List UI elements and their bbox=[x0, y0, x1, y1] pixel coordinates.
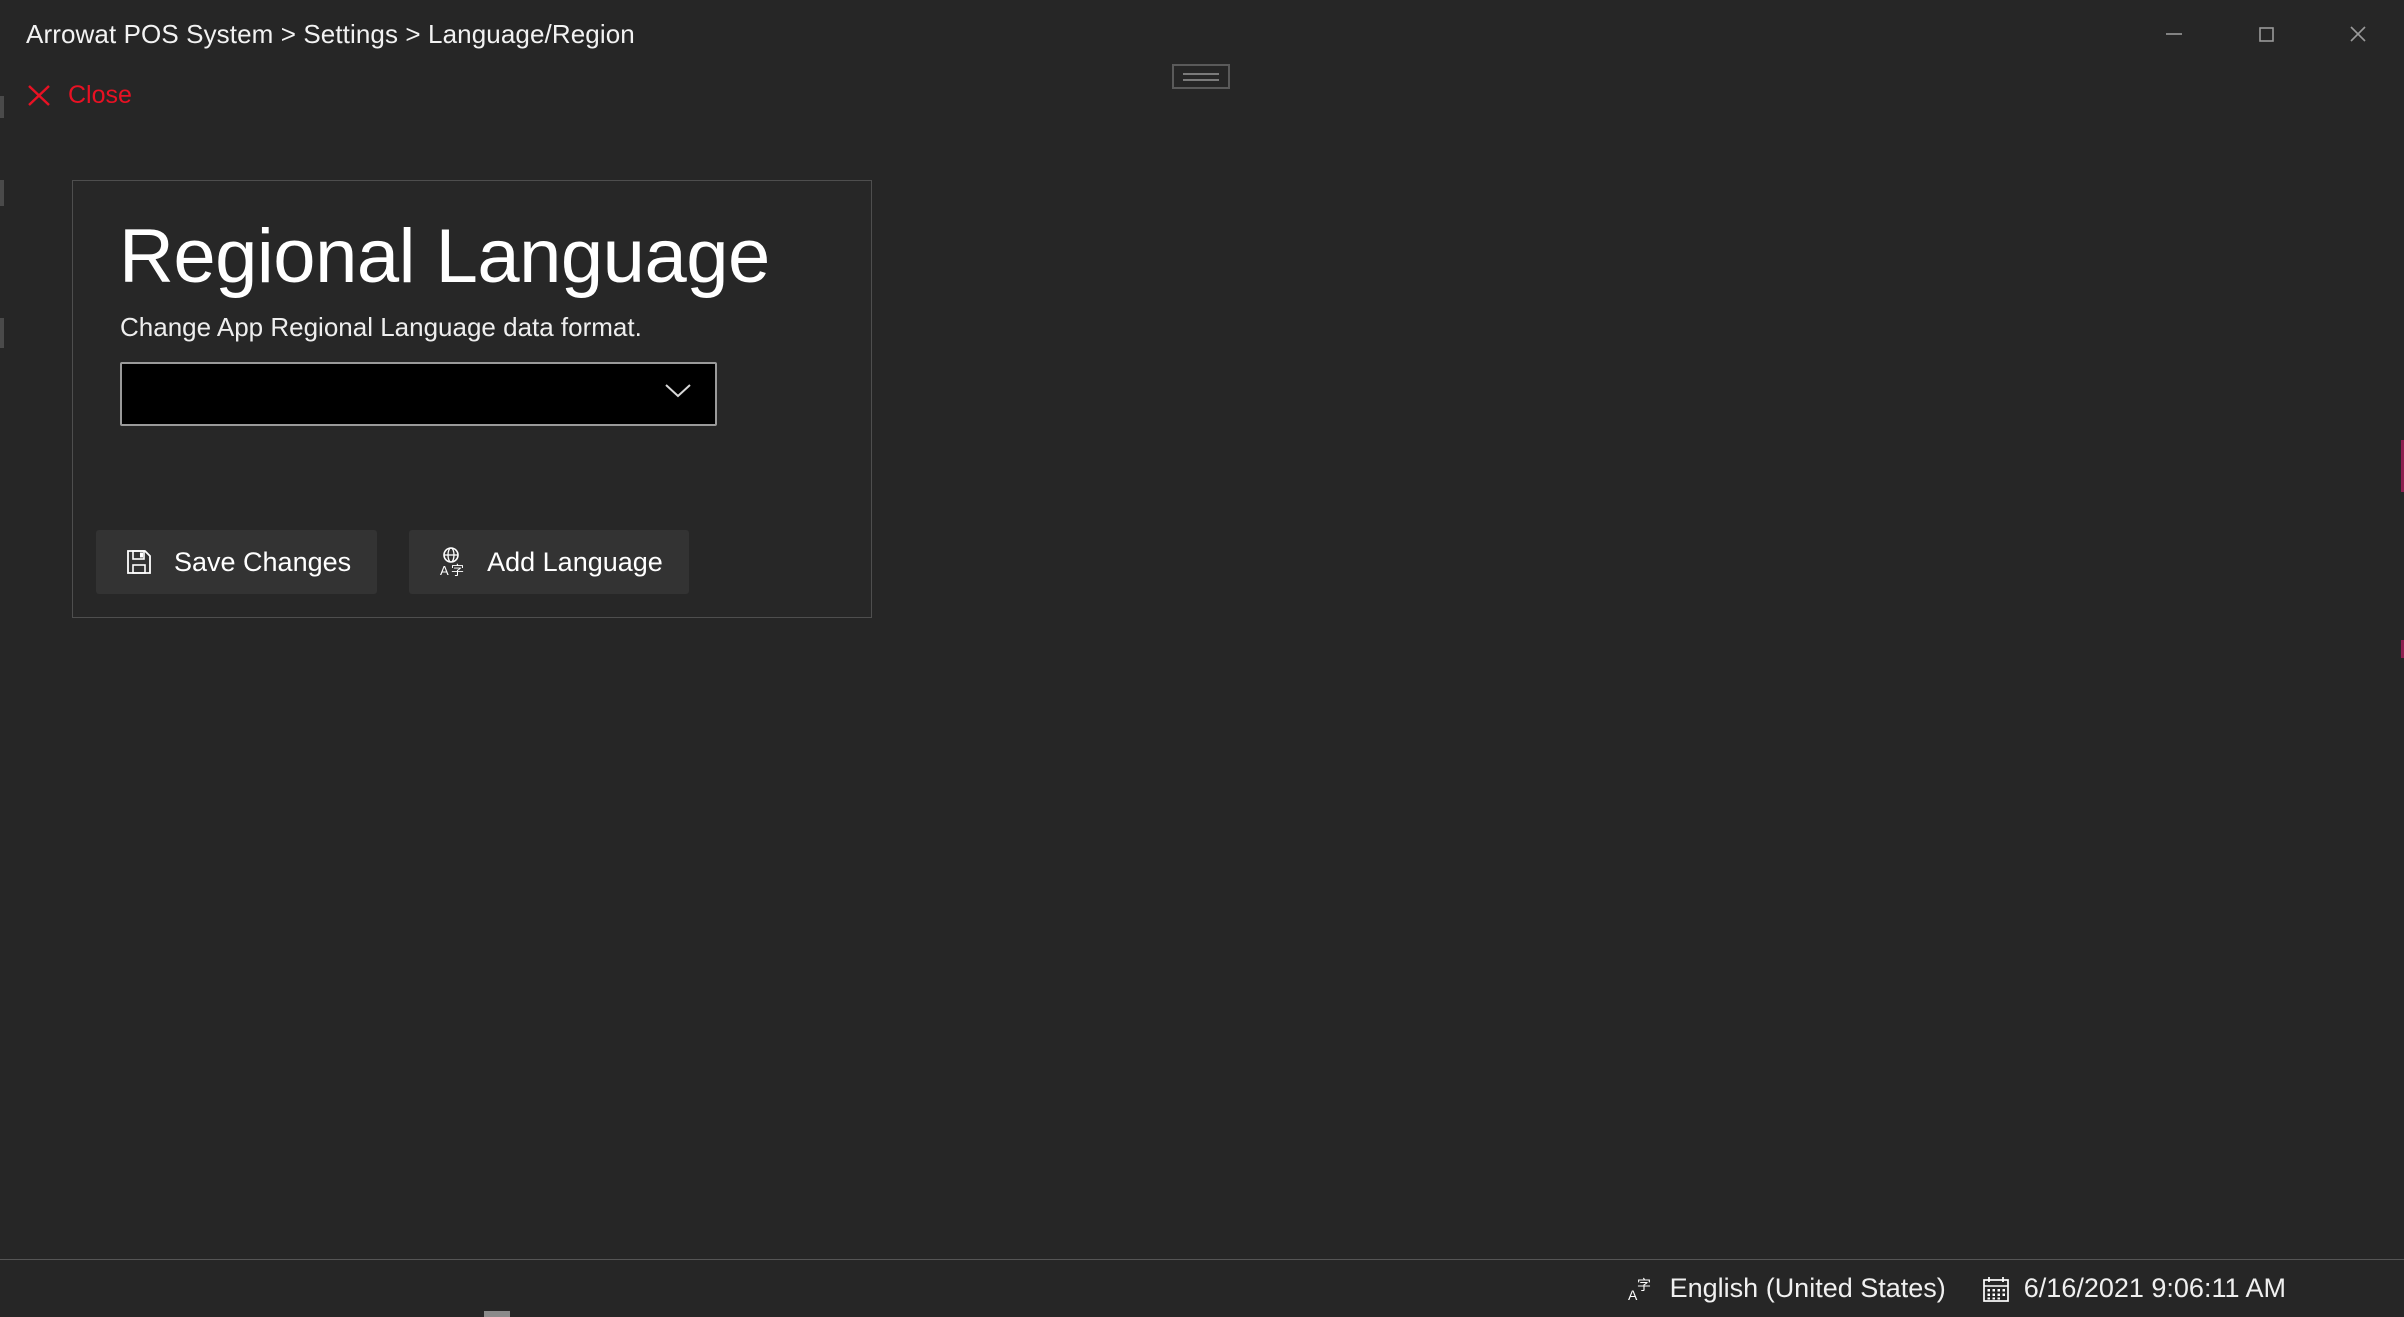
grip-line bbox=[1183, 72, 1219, 75]
window-drag-grip[interactable] bbox=[1172, 64, 1230, 89]
page-subtitle: Change App Regional Language data format… bbox=[120, 312, 642, 342]
window-controls bbox=[2128, 0, 2404, 68]
translate-globe-icon: A 字 bbox=[435, 545, 469, 579]
bottom-edge-notch bbox=[484, 1311, 510, 1317]
maximize-icon bbox=[2259, 27, 2274, 42]
language-dropdown[interactable] bbox=[120, 361, 717, 426]
close-x-icon bbox=[22, 78, 56, 112]
save-changes-button[interactable]: Save Changes bbox=[96, 530, 378, 594]
left-edge-marker bbox=[0, 180, 4, 206]
minimize-button[interactable] bbox=[2128, 0, 2220, 68]
add-language-button[interactable]: A 字 Add Language bbox=[409, 530, 689, 594]
left-edge-marker bbox=[0, 318, 4, 348]
status-language[interactable]: A 字 English (United States) bbox=[1626, 1273, 1946, 1305]
status-language-label: English (United States) bbox=[1669, 1273, 1946, 1303]
minimize-icon bbox=[2166, 33, 2182, 35]
grip-line bbox=[1183, 78, 1219, 81]
svg-text:字: 字 bbox=[451, 564, 464, 578]
left-edge-marker bbox=[0, 96, 4, 118]
close-icon bbox=[2350, 26, 2366, 42]
window-titlebar: Arrowat POS System > Settings > Language… bbox=[0, 0, 2404, 68]
close-action-button[interactable]: Close bbox=[22, 72, 132, 118]
svg-text:A: A bbox=[440, 563, 449, 578]
add-language-label: Add Language bbox=[487, 546, 663, 577]
breadcrumb: Arrowat POS System > Settings > Language… bbox=[26, 19, 635, 49]
maximize-button[interactable] bbox=[2220, 0, 2312, 68]
status-bar: A 字 English (United States) 6/16/2021 9:… bbox=[0, 1259, 2404, 1317]
window-close-button[interactable] bbox=[2312, 0, 2404, 68]
chevron-down-icon bbox=[663, 382, 693, 405]
svg-text:字: 字 bbox=[1637, 1278, 1651, 1294]
status-datetime[interactable]: 6/16/2021 9:06:11 AM bbox=[1980, 1273, 2286, 1305]
translate-icon: A 字 bbox=[1626, 1273, 1658, 1305]
save-floppy-icon bbox=[122, 545, 156, 579]
save-changes-label: Save Changes bbox=[174, 546, 352, 577]
status-datetime-label: 6/16/2021 9:06:11 AM bbox=[2023, 1273, 2286, 1303]
card-actions: Save Changes A 字 Add Language bbox=[96, 530, 689, 594]
close-action-label: Close bbox=[68, 80, 132, 109]
page-title: Regional Language bbox=[119, 214, 770, 299]
calendar-icon bbox=[1980, 1273, 2012, 1305]
